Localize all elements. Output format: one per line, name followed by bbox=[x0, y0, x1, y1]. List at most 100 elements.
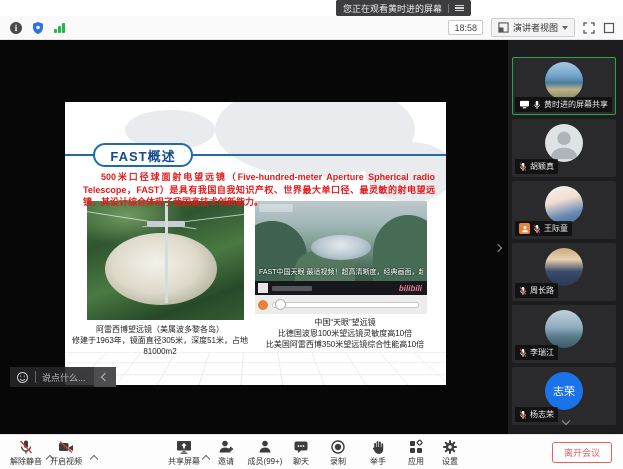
person-icon bbox=[257, 439, 273, 455]
sidebar-collapse-button[interactable] bbox=[491, 234, 505, 260]
chat-label: 聊天 bbox=[293, 456, 309, 467]
participant-tile[interactable]: 王际童 bbox=[512, 181, 616, 239]
arecibo-photo bbox=[87, 201, 244, 320]
arecibo-dish bbox=[105, 233, 217, 305]
fullscreen-icon[interactable] bbox=[583, 22, 595, 34]
bilibili-logo: bilibili bbox=[399, 284, 422, 293]
slide-body-text: 500米口径球面射电望远镜（Five-hundred-meter Apertur… bbox=[83, 171, 435, 209]
record-icon bbox=[330, 439, 346, 455]
screen-share-icon bbox=[519, 100, 530, 109]
record-label: 录制 bbox=[330, 456, 346, 467]
more-participants-button[interactable] bbox=[560, 408, 572, 432]
camera-muted-icon bbox=[58, 439, 74, 455]
qr-code bbox=[258, 283, 268, 293]
presentation-slide: FAST概述 500米口径球面射电望远镜（Five-hundred-meter … bbox=[65, 102, 446, 385]
avatar: 志荣 bbox=[545, 372, 583, 410]
view-mode-button[interactable]: 演讲者视图 bbox=[491, 18, 575, 37]
mic-muted-icon bbox=[18, 439, 34, 455]
hand-icon bbox=[370, 439, 386, 455]
participant-name: 李瑞江 bbox=[530, 347, 554, 358]
chevron-down-icon bbox=[562, 26, 568, 30]
mic-muted-icon bbox=[519, 286, 527, 296]
top-toolbar: i 18:58 演讲者视图 bbox=[0, 16, 623, 40]
meeting-window: 您正在观看黄时进的屏幕 i 18:58 演讲者视图 bbox=[0, 0, 623, 469]
window-icon[interactable] bbox=[603, 22, 615, 34]
chat-input-placeholder[interactable]: 说点什么... bbox=[42, 371, 94, 384]
chevron-down-icon bbox=[561, 417, 569, 425]
apps-label: 应用 bbox=[408, 456, 424, 467]
emoji-icon[interactable] bbox=[16, 371, 29, 384]
participant-tile[interactable]: 周长路 bbox=[512, 243, 616, 301]
raise-hand-label: 举手 bbox=[370, 456, 386, 467]
participant-name: 王际童 bbox=[544, 223, 568, 234]
left-caption-line2: 修建于1963年，镜面直径305米，深度51米，占地81000m2 bbox=[67, 335, 253, 357]
player-slider-knob bbox=[275, 299, 286, 310]
invite-label: 邀请 bbox=[218, 456, 234, 467]
right-caption-line3: 比美国阿雷西博350米望远镜综合性能高10倍 bbox=[255, 340, 435, 351]
invite-person-icon bbox=[218, 439, 234, 455]
share-screen-label: 共享屏幕 bbox=[168, 456, 200, 467]
quick-chat-bar[interactable]: 说点什么... bbox=[10, 367, 116, 387]
left-caption: 阿雷西博望远镜（美属波多黎各岛） 修建于1963年，镜面直径305米，深度51米… bbox=[67, 324, 253, 358]
mic-muted-icon bbox=[519, 410, 527, 420]
unmute-label: 解除静音 bbox=[10, 456, 42, 467]
avatar bbox=[545, 62, 583, 100]
avatar bbox=[545, 124, 583, 162]
participant-name: 杨志荣 bbox=[530, 409, 554, 420]
participant-label: 李瑞江 bbox=[515, 345, 558, 360]
participant-name: 黄时进的屏幕共享 bbox=[544, 99, 608, 110]
start-video-button[interactable]: 开启视频 bbox=[42, 439, 90, 467]
screen-share-icon bbox=[176, 439, 192, 455]
view-mode-label: 演讲者视图 bbox=[513, 21, 558, 34]
chevron-left-icon bbox=[100, 373, 108, 381]
chevron-right-icon bbox=[494, 244, 502, 252]
right-caption: 中国“天眼”望远镜 比德国波恩100米望远镜灵敏度高10倍 比美国阿雷西博350… bbox=[255, 318, 435, 350]
divider bbox=[35, 371, 36, 383]
apps-grid-icon bbox=[408, 439, 424, 455]
hand-raised-icon bbox=[519, 223, 530, 234]
participant-label: 周长路 bbox=[515, 283, 558, 298]
watching-banner-text: 您正在观看黄时进的屏幕 bbox=[343, 2, 442, 15]
right-caption-line1: 中国“天眼”望远镜 bbox=[255, 318, 435, 329]
shared-screen-stage: FAST概述 500米口径球面射电望远镜（Five-hundred-meter … bbox=[0, 40, 508, 434]
shield-icon[interactable] bbox=[32, 21, 44, 35]
participant-label: 王际童 bbox=[515, 221, 572, 236]
meeting-time: 18:58 bbox=[448, 20, 483, 35]
watching-banner: 您正在观看黄时进的屏幕 bbox=[336, 0, 471, 16]
video-progress-bar bbox=[255, 295, 427, 314]
signal-icon[interactable] bbox=[54, 23, 65, 33]
leave-meeting-button[interactable]: 离开会议 bbox=[552, 442, 612, 463]
video-banner: bilibili bbox=[255, 281, 427, 295]
notification-strip: 您正在观看黄时进的屏幕 bbox=[0, 0, 623, 16]
mic-icon bbox=[533, 100, 541, 110]
settings-label: 设置 bbox=[442, 456, 458, 467]
mic-muted-icon bbox=[519, 348, 527, 358]
settings-button[interactable]: 设置 bbox=[426, 439, 474, 467]
chat-collapse-button[interactable] bbox=[94, 367, 116, 387]
chat-bubble-icon bbox=[293, 439, 309, 455]
video-overlay-caption: FAST中国天眼 最适视频！超高清晰度，经典画面，超燃介绍 bbox=[259, 267, 423, 277]
bottom-toolbar: 解除静音 开启视频 共享屏幕 邀请 成员(99+) 聊天 录制 bbox=[0, 434, 623, 469]
avatar bbox=[545, 186, 583, 224]
participant-tile[interactable]: 胡颖真 bbox=[512, 119, 616, 177]
participant-label: 胡颖真 bbox=[515, 159, 558, 174]
divider bbox=[448, 4, 449, 13]
participant-label: 杨志荣 bbox=[515, 407, 558, 422]
gear-icon bbox=[442, 439, 458, 455]
layout-icon bbox=[498, 22, 509, 33]
participant-label: 黄时进的屏幕共享 bbox=[515, 97, 612, 112]
participants-sidebar: 黄时进的屏幕共享 胡颖真 王际童 bbox=[508, 40, 623, 434]
avatar bbox=[545, 310, 583, 348]
start-video-label: 开启视频 bbox=[50, 456, 82, 467]
avatar-initials: 志荣 bbox=[553, 383, 575, 399]
participant-tile[interactable]: 李瑞江 bbox=[512, 305, 616, 363]
participant-name: 周长路 bbox=[530, 285, 554, 296]
participant-tile-sharing[interactable]: 黄时进的屏幕共享 bbox=[512, 57, 616, 115]
fast-video-frame: FAST中国天眼 最适视频！超高清晰度，经典画面，超燃介绍 bilibili bbox=[255, 201, 427, 314]
video-options-button[interactable] bbox=[88, 446, 100, 469]
avatar bbox=[545, 248, 583, 286]
info-icon[interactable]: i bbox=[10, 22, 22, 34]
right-caption-line2: 比德国波恩100米望远镜灵敏度高10倍 bbox=[255, 329, 435, 340]
menu-icon[interactable] bbox=[455, 5, 464, 12]
mic-muted-icon bbox=[533, 224, 541, 234]
